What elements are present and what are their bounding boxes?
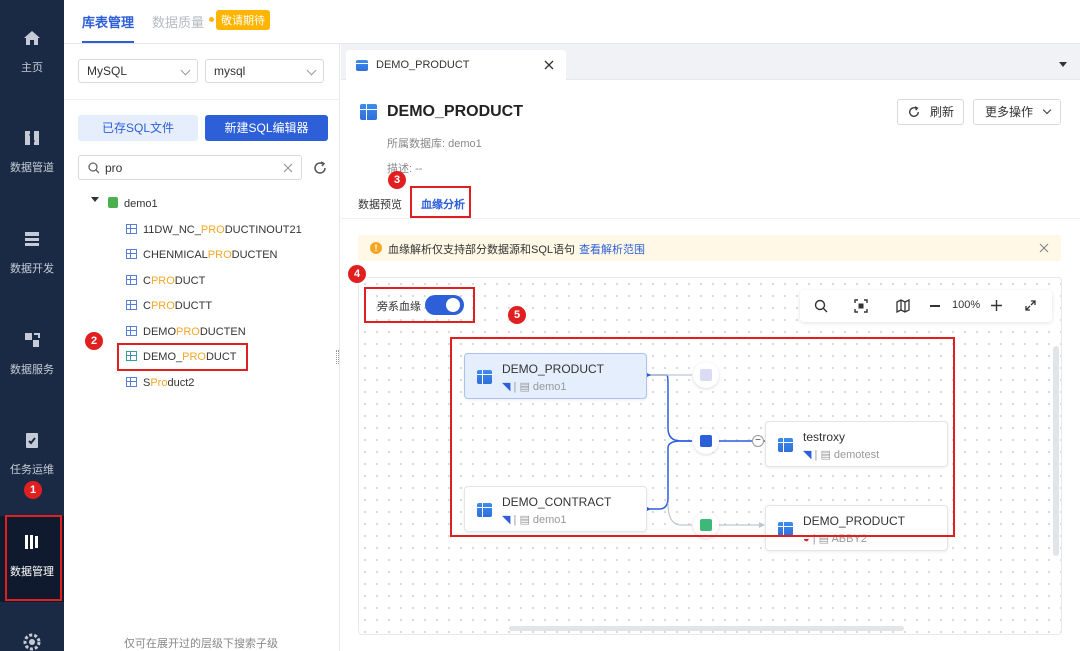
- nav-item-pipeline[interactable]: 数据管道: [0, 128, 64, 175]
- tree-table-item[interactable]: CPRODUCT: [126, 271, 205, 291]
- vertical-scrollbar[interactable]: [1053, 346, 1059, 556]
- annotation-box-2: [117, 343, 248, 371]
- annotation-5: 5: [508, 306, 526, 324]
- nav-label: 数据开发: [10, 263, 54, 275]
- saved-sql-button[interactable]: 已存SQL文件: [78, 115, 198, 141]
- search-icon: [88, 162, 100, 174]
- annotation-box-3: [410, 186, 471, 218]
- warning-icon: !: [370, 242, 382, 254]
- home-icon: [24, 31, 40, 45]
- tree-table-item[interactable]: CPRODUCTT: [126, 296, 212, 316]
- tab-dropdown-icon[interactable]: [1059, 62, 1067, 67]
- db-info: 所属数据库: demo1: [387, 138, 482, 150]
- fit-view-icon[interactable]: [854, 299, 868, 313]
- coming-soon-badge: 敬请期待: [216, 10, 270, 30]
- annotation-2: 2: [85, 332, 103, 350]
- nav-item-task[interactable]: 任务运维: [0, 430, 64, 477]
- chevron-down-icon: [306, 65, 317, 76]
- tree-table-item[interactable]: CHENMICALPRODUCTEN: [126, 245, 277, 265]
- db-name-select[interactable]: mysql: [205, 59, 324, 83]
- divider: [64, 99, 340, 100]
- tab-table-manage[interactable]: 库表管理: [82, 12, 134, 31]
- dev-icon: [25, 232, 39, 246]
- database-icon: [108, 197, 118, 208]
- annotation-box-5: [450, 337, 955, 537]
- table-icon: [126, 275, 137, 285]
- nav-item-dev[interactable]: 数据开发: [0, 229, 64, 276]
- expand-caret-icon[interactable]: [91, 197, 99, 202]
- clear-icon[interactable]: [283, 163, 293, 173]
- badge-dot-icon: [209, 17, 214, 22]
- panel-resize-handle[interactable]: [336, 350, 339, 364]
- more-actions-button[interactable]: 更多操作: [973, 99, 1061, 125]
- table-icon: [360, 104, 377, 120]
- notice-bar: ! 血缘解析仅支持部分数据源和SQL语句 查看解析范围: [358, 235, 1061, 261]
- zoom-out-icon[interactable]: [930, 305, 940, 307]
- horizontal-scrollbar[interactable]: [509, 626, 904, 631]
- annotation-box-1: [5, 515, 62, 601]
- nav-item-home[interactable]: 主页: [0, 28, 64, 75]
- table-icon: [126, 326, 137, 336]
- annotation-box-4: [364, 287, 475, 323]
- task-icon: [26, 433, 38, 448]
- chevron-down-icon: [180, 65, 191, 76]
- nav-item-service[interactable]: 数据服务: [0, 330, 64, 377]
- canvas-toolbar: 100%: [800, 290, 1052, 322]
- map-icon[interactable]: [896, 299, 910, 313]
- nav-label: 任务运维: [10, 464, 54, 476]
- tab-data-quality[interactable]: 数据质量: [152, 12, 204, 31]
- tab-data-preview[interactable]: 数据预览: [358, 196, 402, 212]
- refresh-icon: [909, 106, 919, 117]
- refresh-button[interactable]: 刷新: [897, 99, 964, 125]
- search-input[interactable]: pro: [105, 161, 122, 175]
- annotation-3: 3: [388, 171, 406, 189]
- annotation-4: 4: [348, 265, 366, 283]
- table-icon: [126, 224, 137, 234]
- table-icon: [126, 377, 137, 387]
- gear-icon[interactable]: [22, 632, 42, 651]
- tree-table-item[interactable]: DEMOPRODUCTEN: [126, 322, 246, 342]
- parse-scope-link[interactable]: 查看解析范围: [579, 241, 645, 257]
- page-title: DEMO_PRODUCT: [387, 103, 524, 120]
- zoom-in-icon[interactable]: [991, 300, 1002, 311]
- search-box[interactable]: pro: [78, 155, 302, 180]
- search-hint: 仅可在展开过的层级下搜索子级: [124, 638, 278, 650]
- nav-label: 主页: [21, 62, 43, 74]
- nav-label: 数据服务: [10, 364, 54, 376]
- tree-table-item[interactable]: 11DW_NC_PRODUCTINOUT21: [126, 220, 302, 240]
- fullscreen-icon[interactable]: [1025, 300, 1036, 311]
- close-icon[interactable]: [544, 60, 554, 70]
- chevron-down-icon: [1042, 105, 1052, 115]
- tree-table-item[interactable]: SProduct2: [126, 373, 194, 393]
- new-sql-editor-button[interactable]: 新建SQL编辑器: [205, 115, 328, 141]
- db-type-select[interactable]: MySQL: [78, 59, 198, 83]
- service-icon: [25, 333, 40, 347]
- zoom-level: 100%: [952, 299, 981, 311]
- pipeline-icon: [25, 131, 39, 145]
- close-icon[interactable]: [1039, 243, 1049, 253]
- table-icon: [126, 249, 137, 259]
- tree-root[interactable]: demo1: [108, 194, 158, 214]
- nav-label: 数据管道: [10, 162, 54, 174]
- subtab-divider: [341, 218, 1080, 219]
- table-icon: [356, 60, 368, 71]
- table-icon: [126, 300, 137, 310]
- annotation-1: 1: [24, 481, 42, 499]
- file-tab[interactable]: DEMO_PRODUCT: [346, 50, 566, 80]
- search-icon[interactable]: [814, 299, 828, 313]
- refresh-icon[interactable]: [313, 161, 327, 175]
